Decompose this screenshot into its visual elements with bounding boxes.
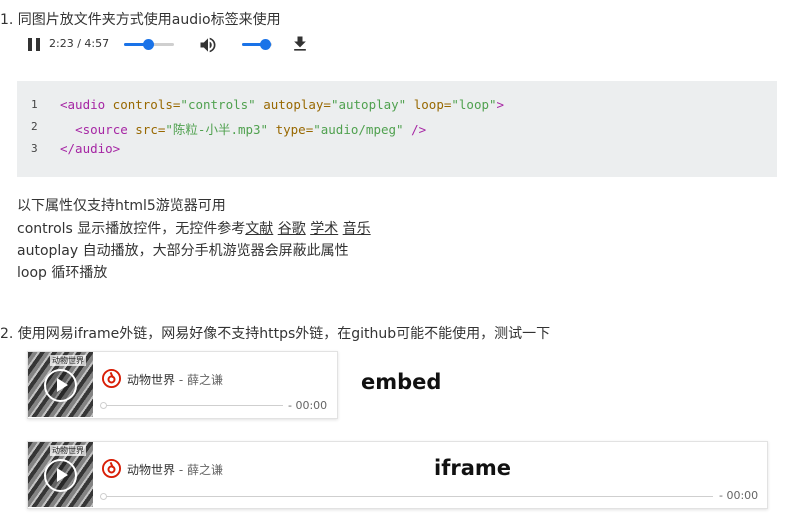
- duration: - 00:00: [719, 489, 759, 502]
- time-display: 2:23 / 4:57: [49, 37, 110, 50]
- duration: - 00:00: [288, 399, 328, 412]
- note-line-3: autoplay 自动播放，大部分手机游览器会屏蔽此属性: [17, 243, 349, 259]
- line-number: 2: [31, 120, 38, 133]
- play-icon[interactable]: [44, 459, 77, 492]
- music-card-embed: 动物世界 动物世界 - 薛之谦 - 00:00: [27, 351, 338, 419]
- section-2-heading: 2. 使用网易iframe外链，网易好像不支持https外链，在github可能…: [0, 326, 551, 342]
- cover-title: 动物世界: [50, 445, 86, 456]
- seek-handle[interactable]: [143, 39, 154, 50]
- artist-name: - 薛之谦: [175, 463, 223, 477]
- note-line-2-text: controls 显示播放控件，无控件参考: [17, 221, 246, 237]
- link-music[interactable]: 音乐: [343, 221, 371, 237]
- note-line-1: 以下属性仅支持html5游览器可用: [17, 198, 226, 214]
- code-block: 1 2 3 <audio controls="controls" autopla…: [17, 81, 777, 177]
- link-scholar[interactable]: 学术: [310, 221, 338, 237]
- song-progress[interactable]: [100, 493, 713, 500]
- progress-handle[interactable]: [100, 402, 107, 409]
- song-info: 动物世界 - 薛之谦: [127, 461, 223, 478]
- section-1-heading: 1. 同图片放文件夹方式使用audio标签来使用: [0, 12, 281, 28]
- song-info: 动物世界 - 薛之谦: [127, 371, 223, 388]
- artist-name: - 薛之谦: [175, 373, 223, 387]
- code-line-1: <audio controls="controls" autoplay="aut…: [60, 97, 505, 112]
- iframe-label: iframe: [434, 456, 511, 480]
- volume-slider[interactable]: [242, 39, 272, 50]
- seek-slider[interactable]: [124, 39, 174, 50]
- code-line-3: </audio>: [60, 141, 121, 156]
- album-cover: 动物世界: [28, 352, 93, 417]
- play-icon[interactable]: [44, 369, 77, 402]
- netease-music-icon: [102, 369, 121, 388]
- link-wenxian[interactable]: 文献: [245, 221, 273, 237]
- album-cover: 动物世界: [28, 442, 93, 507]
- audio-player: 2:23 / 4:57: [22, 32, 322, 58]
- line-number: 1: [31, 98, 38, 111]
- note-line-4: loop 循环播放: [17, 265, 108, 281]
- progress-handle[interactable]: [100, 493, 107, 500]
- line-number: 3: [31, 142, 38, 155]
- download-icon[interactable]: [290, 34, 310, 54]
- note-line-2: controls 显示播放控件，无控件参考文献 谷歌 学术 音乐: [17, 218, 371, 238]
- song-title: 动物世界: [127, 463, 176, 477]
- netease-music-icon: [102, 459, 121, 478]
- cover-title: 动物世界: [50, 355, 86, 366]
- song-progress[interactable]: [100, 402, 283, 409]
- embed-label: embed: [361, 370, 442, 394]
- volume-icon[interactable]: [198, 35, 218, 55]
- link-google[interactable]: 谷歌: [278, 221, 306, 237]
- pause-icon[interactable]: [28, 38, 40, 51]
- volume-handle[interactable]: [259, 39, 271, 50]
- music-card-iframe: 动物世界 动物世界 - 薛之谦 - 00:00 iframe: [27, 441, 768, 509]
- song-title: 动物世界: [127, 373, 176, 387]
- code-line-2: <source src="陈粒-小半.mp3" type="audio/mpeg…: [75, 122, 427, 137]
